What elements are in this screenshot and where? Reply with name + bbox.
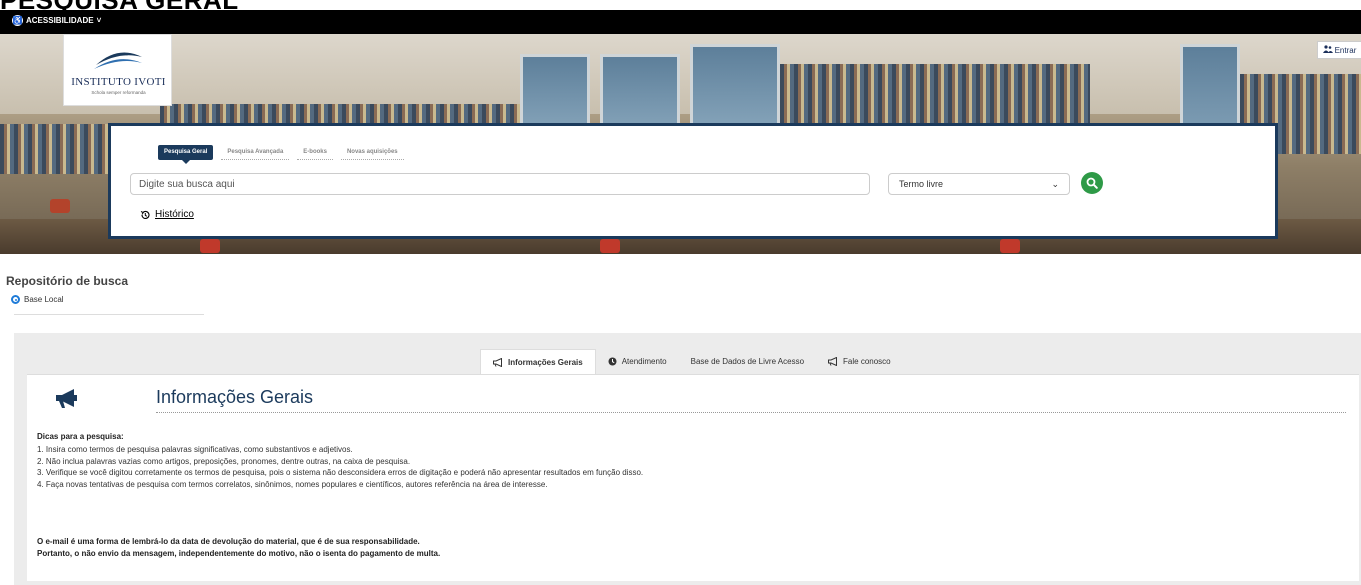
users-icon	[1322, 45, 1333, 55]
accessibility-menu-button[interactable]: ♿ ACESSIBILIDADE ˅	[12, 15, 101, 26]
logo-emblem-icon	[94, 52, 142, 69]
logo-name: INSTITUTO IVOTI	[71, 76, 166, 88]
accessibility-label: ACESSIBILIDADE	[26, 16, 94, 25]
info-card: Informações Gerais Dicas para a pesquisa…	[27, 374, 1359, 581]
tips-title: Dicas para a pesquisa:	[37, 432, 124, 441]
info-tabs: Informações Gerais Atendimento Base de D…	[480, 349, 903, 374]
search-button[interactable]	[1081, 172, 1103, 194]
logo-tagline: Schola semper reformanda	[91, 90, 146, 95]
history-label: Histórico	[155, 209, 194, 220]
tab-pesquisa-geral[interactable]: Pesquisa Geral	[158, 145, 214, 164]
repository-option-base-local[interactable]: Base Local	[11, 295, 64, 304]
megaphone-icon	[828, 357, 838, 366]
divider	[14, 314, 204, 315]
clock-icon	[608, 357, 617, 366]
top-bar: ♿ ACESSIBILIDADE ˅	[0, 10, 1361, 34]
megaphone-icon	[56, 389, 77, 408]
history-link[interactable]: Histórico	[140, 209, 194, 220]
institution-logo[interactable]: INSTITUTO IVOTI Schola semper reformanda	[63, 34, 172, 106]
info-section: Informações Gerais Atendimento Base de D…	[14, 333, 1361, 585]
search-field-select[interactable]: Termo livre ⌄	[888, 173, 1070, 195]
tip-item: 3. Verifique se você digitou corretament…	[37, 468, 644, 477]
tab-atendimento[interactable]: Atendimento	[596, 349, 679, 374]
tip-item: 4. Faça novas tentativas de pesquisa com…	[37, 479, 548, 489]
tab-novas-aquisicoes[interactable]: Novas aquisições	[340, 145, 404, 160]
search-field-selected: Termo livre	[899, 179, 944, 189]
history-icon	[140, 210, 150, 219]
tab-label: Fale conosco	[843, 357, 891, 366]
search-tabs: Pesquisa Geral Pesquisa Avançada E-books…	[158, 145, 404, 164]
divider	[156, 412, 1346, 413]
login-button[interactable]: Entrar	[1317, 41, 1361, 59]
megaphone-icon	[493, 357, 502, 367]
tip-item: 2. Não inclua palavras vazias como artig…	[37, 456, 411, 466]
tips-list: 1. Insira como termos de pesquisa palavr…	[37, 444, 643, 490]
radio-selected-icon[interactable]	[11, 295, 20, 304]
notice-line: O e-mail é uma forma de lembrá-lo da dat…	[37, 537, 420, 546]
tip-item: 1. Insira como termos de pesquisa palavr…	[37, 445, 353, 454]
tab-informacoes-gerais[interactable]: Informações Gerais	[480, 349, 596, 374]
search-input[interactable]	[130, 173, 870, 195]
search-panel: Pesquisa Geral Pesquisa Avançada E-books…	[108, 123, 1278, 239]
accessibility-icon: ♿	[12, 15, 23, 26]
repository-title: Repositório de busca	[6, 274, 129, 288]
tab-ebooks[interactable]: E-books	[297, 145, 333, 160]
chevron-down-icon: ˅	[96, 16, 102, 25]
tab-label: Atendimento	[621, 357, 667, 366]
login-label: Entrar	[1334, 45, 1357, 55]
chevron-down-icon: ⌄	[1051, 178, 1059, 189]
notice-line: Portanto, o não envio da mensagem, indep…	[37, 549, 441, 558]
tab-base-de-dados[interactable]: Base de Dados de Livre Acesso	[679, 349, 816, 374]
search-icon	[1086, 177, 1098, 189]
card-title: Informações Gerais	[156, 387, 314, 407]
tab-label: Base de Dados de Livre Acesso	[690, 357, 805, 366]
notice-text: O e-mail é uma forma de lembrá-lo da dat…	[37, 536, 440, 560]
repository-option-label: Base Local	[24, 295, 64, 304]
tab-fale-conosco[interactable]: Fale conosco	[816, 349, 903, 374]
tab-label: Informações Gerais	[508, 357, 583, 367]
tab-pesquisa-avancada[interactable]: Pesquisa Avançada	[221, 145, 290, 160]
